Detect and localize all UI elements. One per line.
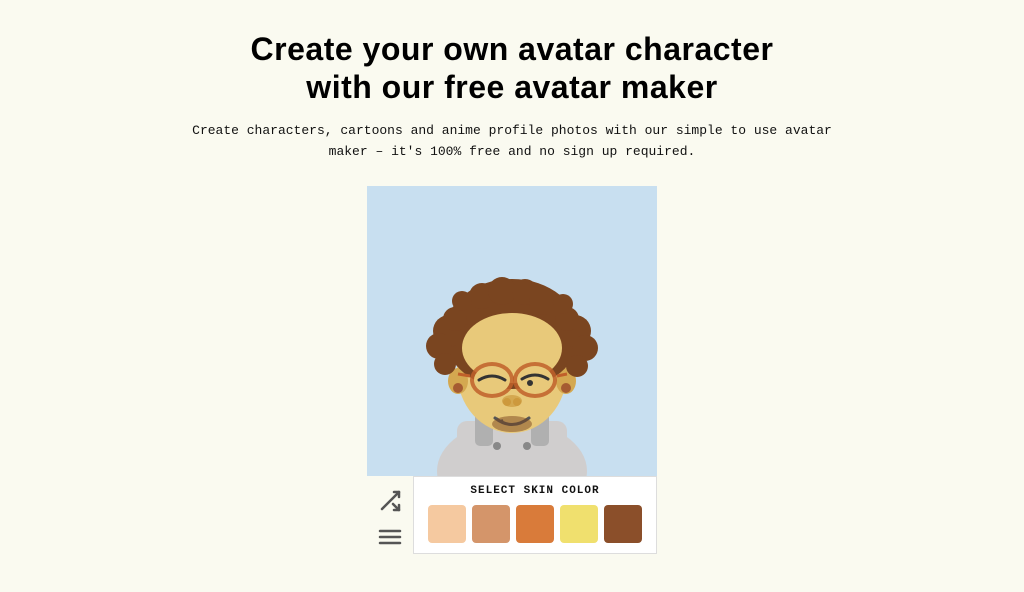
avatar-svg (367, 186, 657, 476)
menu-button[interactable] (375, 522, 405, 552)
page-subtitle: Create characters, cartoons and anime pr… (172, 121, 852, 163)
page-title: Create your own avatar character with ou… (251, 30, 774, 107)
title-line1: Create your own avatar character (251, 31, 774, 67)
swatch-yellow[interactable] (560, 505, 598, 543)
shuffle-button[interactable] (375, 486, 405, 516)
swatch-warm-orange[interactable] (516, 505, 554, 543)
avatar-canvas (367, 186, 657, 476)
title-line2: with our free avatar maker (306, 69, 717, 105)
controls-row: SELECT SKIN COLOR (367, 476, 657, 562)
swatch-medium-tan[interactable] (472, 505, 510, 543)
skin-selector: SELECT SKIN COLOR (413, 476, 657, 554)
icon-buttons (367, 476, 413, 562)
swatch-dark-brown[interactable] (604, 505, 642, 543)
skin-selector-label: SELECT SKIN COLOR (426, 485, 644, 497)
skin-swatches (426, 505, 644, 543)
swatch-light-peach[interactable] (428, 505, 466, 543)
avatar-area: SELECT SKIN COLOR (367, 186, 657, 562)
